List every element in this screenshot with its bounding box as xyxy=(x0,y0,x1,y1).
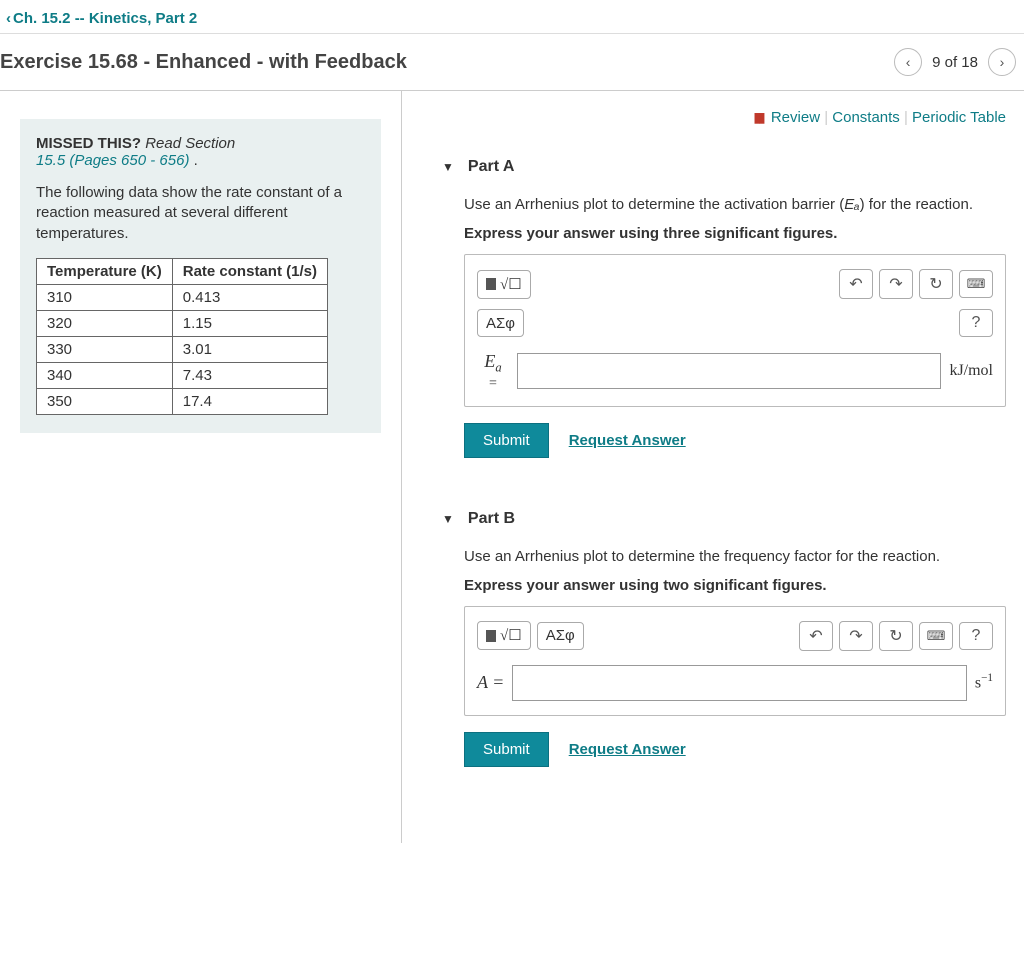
breadcrumb-text: Ch. 15.2 -- Kinetics, Part 2 xyxy=(13,10,197,27)
part-a: ▼ Part A Use an Arrhenius plot to determ… xyxy=(442,152,1006,458)
template-picker-button[interactable]: √☐ xyxy=(477,621,531,650)
part-b-sigfig: Express your answer using two significan… xyxy=(464,577,1006,594)
part-b-submit-button[interactable]: Submit xyxy=(464,732,549,767)
constants-link[interactable]: Constants xyxy=(832,109,900,126)
hint-box: MISSED THIS? Read Section 15.5 (Pages 65… xyxy=(20,119,381,433)
part-a-units: kJ/mol xyxy=(949,362,993,380)
part-b-title: Part B xyxy=(468,510,515,528)
flag-icon[interactable]: ▮▮ xyxy=(753,109,762,125)
table-row: 3303.01 xyxy=(37,336,328,362)
table-row: 35017.4 xyxy=(37,388,328,414)
missed-label: MISSED THIS? xyxy=(36,135,141,152)
review-link[interactable]: Review xyxy=(771,109,820,126)
part-a-header[interactable]: ▼ Part A xyxy=(442,152,1006,182)
greek-button[interactable]: ΑΣφ xyxy=(477,309,524,337)
breadcrumb[interactable]: ‹Ch. 15.2 -- Kinetics, Part 2 xyxy=(0,0,1024,34)
exercise-title: Exercise 15.68 - Enhanced - with Feedbac… xyxy=(0,51,407,74)
part-b-request-answer[interactable]: Request Answer xyxy=(569,741,686,758)
chevron-left-icon: ‹ xyxy=(6,10,11,27)
collapse-icon: ▼ xyxy=(442,512,454,526)
left-pane: MISSED THIS? Read Section 15.5 (Pages 65… xyxy=(0,91,402,843)
part-b-var-label: A = xyxy=(477,672,504,693)
pager-position: 9 of 18 xyxy=(932,54,978,71)
collapse-icon: ▼ xyxy=(442,160,454,174)
right-pane: ▮▮ Review | Constants | Periodic Table ▼… xyxy=(402,91,1024,843)
reset-button[interactable]: ↻ xyxy=(919,269,953,299)
help-button[interactable]: ? xyxy=(959,309,993,337)
table-row: 3100.413 xyxy=(37,284,328,310)
keyboard-button[interactable]: ⌨ xyxy=(919,622,953,650)
reset-button[interactable]: ↻ xyxy=(879,621,913,651)
part-b-input[interactable] xyxy=(512,665,967,701)
next-button[interactable]: › xyxy=(988,48,1016,76)
greek-button[interactable]: ΑΣφ xyxy=(537,622,584,650)
part-a-input[interactable] xyxy=(517,353,941,389)
table-row: 3407.43 xyxy=(37,362,328,388)
part-b-header[interactable]: ▼ Part B xyxy=(442,504,1006,534)
missed-this: MISSED THIS? Read Section 15.5 (Pages 65… xyxy=(36,135,365,169)
part-a-title: Part A xyxy=(468,158,515,176)
undo-button[interactable]: ↶ xyxy=(799,621,833,651)
part-b-answer-box: √☐ ΑΣφ ↶ ↷ ↻ ⌨ ? A = xyxy=(464,606,1006,716)
template-picker-button[interactable]: √☐ xyxy=(477,270,531,299)
top-links: ▮▮ Review | Constants | Periodic Table xyxy=(442,109,1006,126)
col-rate-header: Rate constant (1/s) xyxy=(172,258,327,284)
redo-button[interactable]: ↷ xyxy=(879,269,913,299)
part-a-request-answer[interactable]: Request Answer xyxy=(569,432,686,449)
part-a-answer-box: √☐ ↶ ↷ ↻ ⌨ ΑΣφ xyxy=(464,254,1006,407)
read-section-label: Read Section xyxy=(145,135,235,152)
data-table: Temperature (K) Rate constant (1/s) 3100… xyxy=(36,258,328,415)
col-temp-header: Temperature (K) xyxy=(37,258,173,284)
part-b: ▼ Part B Use an Arrhenius plot to determ… xyxy=(442,504,1006,767)
undo-button[interactable]: ↶ xyxy=(839,269,873,299)
section-link[interactable]: 15.5 (Pages 650 - 656) xyxy=(36,152,189,169)
part-a-submit-button[interactable]: Submit xyxy=(464,423,549,458)
prev-button[interactable]: ‹ xyxy=(894,48,922,76)
part-b-prompt: Use an Arrhenius plot to determine the f… xyxy=(464,546,1006,567)
redo-button[interactable]: ↷ xyxy=(839,621,873,651)
part-a-prompt: Use an Arrhenius plot to determine the a… xyxy=(464,194,1006,215)
keyboard-button[interactable]: ⌨ xyxy=(959,270,993,298)
section-period: . xyxy=(189,152,197,169)
periodic-table-link[interactable]: Periodic Table xyxy=(912,109,1006,126)
problem-intro: The following data show the rate constan… xyxy=(36,183,365,244)
part-a-var-label: Ea = xyxy=(477,351,509,392)
exercise-bar: Exercise 15.68 - Enhanced - with Feedbac… xyxy=(0,34,1024,91)
help-button[interactable]: ? xyxy=(959,622,993,650)
part-b-units: s−1 xyxy=(975,672,993,692)
pager: ‹ 9 of 18 › xyxy=(894,48,1016,76)
part-a-sigfig: Express your answer using three signific… xyxy=(464,225,1006,242)
table-row: 3201.15 xyxy=(37,310,328,336)
